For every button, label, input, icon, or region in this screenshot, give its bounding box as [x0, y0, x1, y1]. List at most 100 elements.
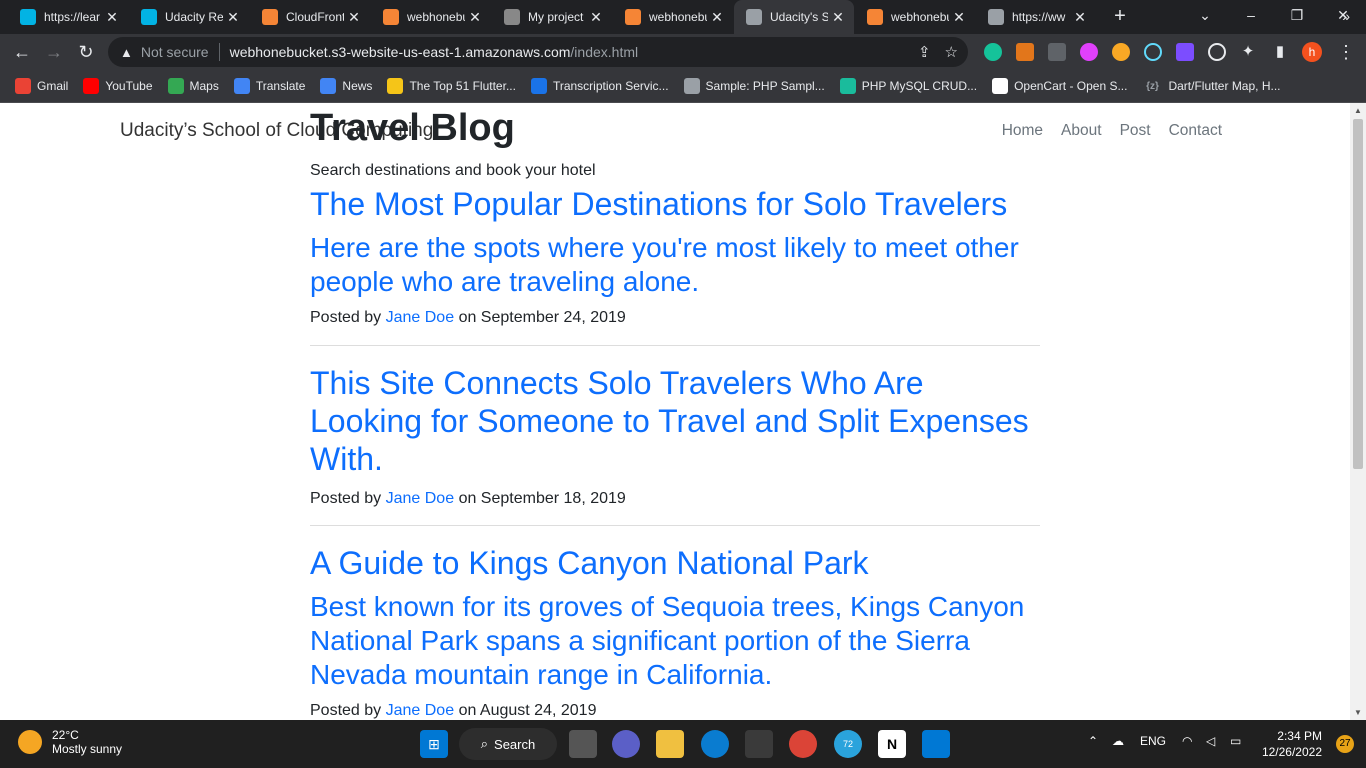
notification-badge[interactable]: 27 [1336, 735, 1354, 753]
start-icon[interactable]: ⊞ [420, 730, 448, 758]
bookmark-item[interactable]: Gmail [15, 78, 68, 94]
scrollbar-thumb[interactable] [1353, 119, 1363, 469]
back-icon[interactable]: ← [8, 38, 36, 66]
system-clock[interactable]: 2:34 PM 12/26/2022 [1262, 728, 1322, 760]
nav-link-contact[interactable]: Contact [1169, 122, 1222, 140]
bookmarks-overflow-icon[interactable]: » [1342, 8, 1350, 24]
browser-tab[interactable]: My project ✕ [492, 0, 612, 34]
address-bar[interactable]: ▲ Not secure webhonebucket.s3-website-us… [108, 37, 968, 67]
scroll-up-icon[interactable]: ▲ [1354, 106, 1362, 115]
taskbar-search[interactable]: ⌕ Search [459, 728, 557, 760]
extension-icon[interactable] [1112, 43, 1130, 61]
metamask-icon[interactable] [1016, 43, 1034, 61]
task-view-icon[interactable] [569, 730, 597, 758]
post-subtitle[interactable]: Best known for its groves of Sequoia tre… [310, 590, 1040, 692]
restore-icon[interactable]: ❐ [1274, 0, 1320, 34]
nav-link-post[interactable]: Post [1120, 122, 1151, 140]
nav-link-about[interactable]: About [1061, 122, 1102, 140]
browser-tab[interactable]: Udacity Re ✕ [129, 0, 249, 34]
author-link[interactable]: Jane Doe [386, 702, 455, 719]
volume-icon[interactable]: ◁ [1206, 734, 1215, 748]
bookmark-item[interactable]: The Top 51 Flutter... [387, 78, 516, 94]
weather-widget[interactable]: 22°C Mostly sunny [18, 728, 122, 756]
bookmark-item[interactable]: {z} Dart/Flutter Map, H... [1142, 78, 1280, 94]
bookmark-item[interactable]: Transcription Servic... [530, 78, 669, 94]
post-preview[interactable]: The Most Popular Destinations for Solo T… [310, 185, 1040, 327]
side-panel-icon[interactable]: ▮ [1266, 38, 1294, 66]
bookmark-label: YouTube [105, 79, 153, 93]
post-preview[interactable]: A Guide to Kings Canyon National Park Be… [310, 544, 1040, 720]
nav-link-home[interactable]: Home [1002, 122, 1043, 140]
post-title[interactable]: A Guide to Kings Canyon National Park [310, 544, 1040, 582]
tab-close-icon[interactable]: ✕ [223, 9, 243, 26]
post-title[interactable]: This Site Connects Solo Travelers Who Ar… [310, 364, 1040, 478]
teams-icon[interactable] [612, 730, 640, 758]
bookmark-item[interactable]: PHP MySQL CRUD... [839, 78, 977, 94]
puzzle-icon[interactable]: ✦ [1234, 38, 1262, 66]
browser-tab[interactable]: webhonebu ✕ [855, 0, 975, 34]
tab-title: Udacity's S [770, 10, 828, 24]
language-indicator[interactable]: ENG [1140, 734, 1166, 748]
share-icon[interactable]: ⇪ [918, 43, 931, 61]
author-link[interactable]: Jane Doe [386, 490, 455, 507]
tab-close-icon[interactable]: ✕ [707, 9, 727, 26]
security-label[interactable]: Not secure [141, 44, 209, 60]
battery-icon[interactable]: ▭ [1230, 734, 1241, 748]
bookmark-star-icon[interactable]: ☆ [945, 43, 958, 61]
youtube-icon [83, 78, 100, 94]
browser-tab[interactable]: CloudFront ✕ [250, 0, 370, 34]
notion-icon[interactable]: N [878, 730, 906, 758]
vscode-icon[interactable] [922, 730, 950, 758]
tray-overflow-icon[interactable]: ⌃ [1088, 734, 1098, 748]
bookmark-label: Translate [255, 79, 306, 93]
edge-icon[interactable] [701, 730, 729, 758]
profile-avatar[interactable]: h [1302, 42, 1322, 62]
bookmark-item[interactable]: Maps [167, 78, 219, 94]
author-link[interactable]: Jane Doe [386, 309, 455, 326]
store-icon[interactable] [745, 730, 773, 758]
tab-close-icon[interactable]: ✕ [465, 9, 485, 26]
bookmark-item[interactable]: Sample: PHP Sampl... [683, 78, 825, 94]
react-devtools-icon[interactable] [1144, 43, 1162, 61]
chrome-icon[interactable] [789, 730, 817, 758]
browser-tab[interactable]: https://ww ✕ [976, 0, 1096, 34]
bookmarks-bar: Gmail YouTube Maps Translate News The Top 51 … [0, 70, 1366, 103]
menu-icon[interactable]: ⋮ [1332, 38, 1360, 66]
new-tab-button[interactable]: + [1108, 4, 1132, 28]
reload-icon[interactable]: ↻ [72, 38, 100, 66]
record-icon[interactable] [1208, 43, 1226, 61]
tab-close-icon[interactable]: ✕ [102, 9, 122, 26]
g-icon [530, 78, 547, 94]
tab-close-icon[interactable]: ✕ [586, 9, 606, 26]
post-subtitle[interactable]: Here are the spots where you're most lik… [310, 231, 1040, 299]
bookmark-item[interactable]: OpenCart - Open S... [992, 78, 1127, 94]
post-preview[interactable]: This Site Connects Solo Travelers Who Ar… [310, 364, 1040, 508]
color-picker-icon[interactable] [1080, 43, 1098, 61]
telegram-icon[interactable]: 72 [834, 730, 862, 758]
grammarly-icon[interactable] [984, 43, 1002, 61]
forward-icon[interactable]: → [40, 38, 68, 66]
browser-tab[interactable]: Udacity's S ✕ [734, 0, 854, 34]
minimize-icon[interactable]: – [1228, 0, 1274, 34]
file-explorer-icon[interactable] [656, 730, 684, 758]
wifi-icon[interactable]: ◠ [1182, 734, 1192, 748]
post-title[interactable]: The Most Popular Destinations for Solo T… [310, 185, 1040, 223]
bookmark-label: Dart/Flutter Map, H... [1168, 79, 1281, 93]
bookmark-item[interactable]: News [320, 78, 372, 94]
browser-tab[interactable]: webhonebu ✕ [613, 0, 733, 34]
tab-close-icon[interactable]: ✕ [828, 9, 848, 26]
bookmark-item[interactable]: Translate [233, 78, 306, 94]
tab-search-icon[interactable]: ⌄ [1182, 0, 1228, 34]
vpn-extension-icon[interactable] [1048, 43, 1066, 61]
search-icon: ⌕ [480, 736, 489, 751]
scroll-down-icon[interactable]: ▼ [1354, 708, 1362, 717]
tab-close-icon[interactable]: ✕ [344, 9, 364, 26]
onedrive-icon[interactable]: ☁ [1112, 734, 1124, 748]
page-scrollbar[interactable]: ▲ ▼ [1350, 103, 1366, 720]
tab-close-icon[interactable]: ✕ [949, 9, 969, 26]
extension-badge-icon[interactable] [1176, 43, 1194, 61]
bookmark-item[interactable]: YouTube [83, 78, 153, 94]
browser-tab[interactable]: webhonebu ✕ [371, 0, 491, 34]
tab-close-icon[interactable]: ✕ [1070, 9, 1090, 26]
browser-tab[interactable]: https://lear ✕ [8, 0, 128, 34]
